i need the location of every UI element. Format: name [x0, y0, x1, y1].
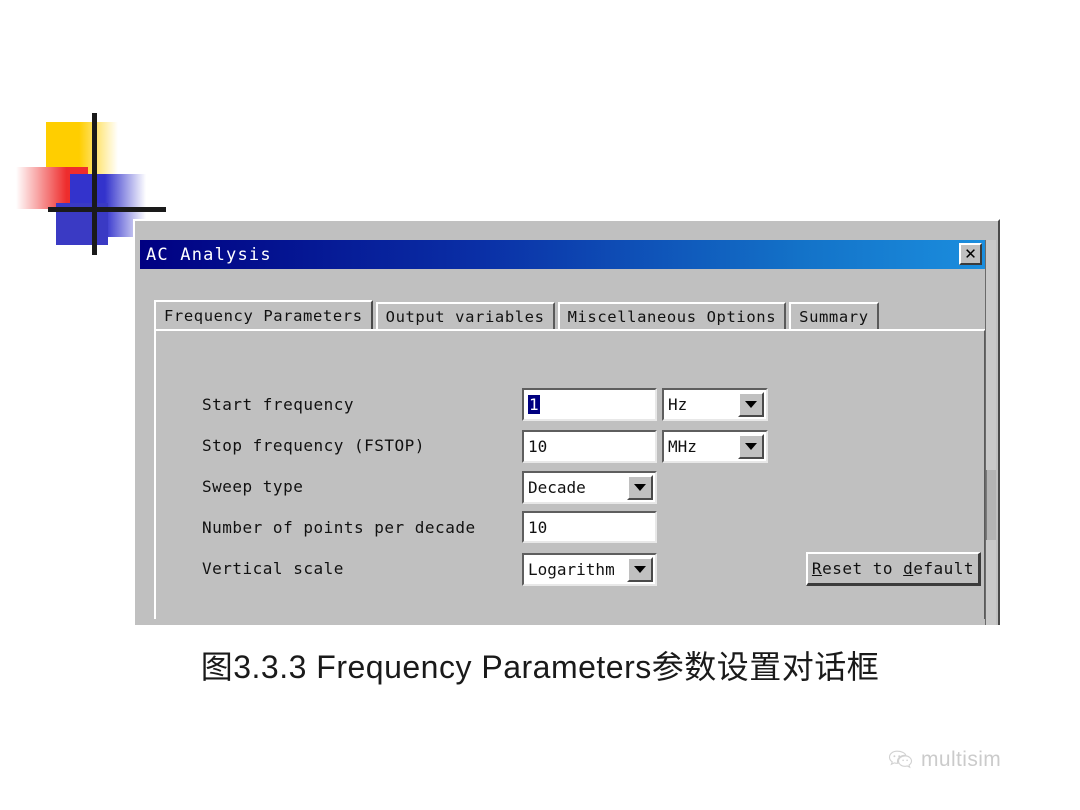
reset-to-default-button[interactable]: Reset to default — [806, 552, 981, 586]
sweep-type-select[interactable]: Decade — [522, 471, 657, 504]
deco-vertical-line — [92, 113, 97, 255]
scrollbar-thumb[interactable] — [986, 470, 996, 540]
start-frequency-unit-value: Hz — [668, 395, 688, 414]
row-points-per-decade: Number of points per decade 10 — [186, 509, 976, 550]
sweep-type-value: Decade — [528, 478, 586, 497]
stop-frequency-unit-select[interactable]: MHz — [662, 430, 768, 463]
close-icon[interactable]: ✕ — [959, 243, 982, 265]
chevron-down-icon[interactable] — [738, 392, 764, 417]
tab-summary[interactable]: Summary — [789, 302, 879, 330]
dialog-titlebar[interactable]: AC Analysis ✕ — [140, 240, 986, 269]
label-stop-frequency: Stop frequency (FSTOP) — [202, 436, 425, 455]
chevron-down-icon[interactable] — [627, 475, 653, 500]
reset-mid: eset to — [822, 559, 904, 578]
label-vertical-scale: Vertical scale — [202, 559, 344, 578]
tab-strip: Frequency Parameters Output variables Mi… — [154, 300, 986, 330]
label-start-frequency: Start frequency — [202, 395, 354, 414]
watermark: multisim — [888, 748, 1001, 772]
tab-output-variables[interactable]: Output variables — [375, 302, 555, 330]
start-frequency-value: 1 — [528, 395, 540, 414]
tab-page-frequency-parameters: Start frequency 1 Hz Stop frequency (FST… — [154, 329, 986, 619]
watermark-text: multisim — [921, 748, 1002, 771]
chevron-down-icon[interactable] — [738, 434, 764, 459]
points-per-decade-input[interactable]: 10 — [522, 511, 657, 543]
vertical-scale-value: Logarithm — [528, 560, 615, 579]
row-stop-frequency: Stop frequency (FSTOP) 10 MHz — [186, 427, 976, 468]
points-per-decade-value: 10 — [528, 517, 548, 537]
chevron-down-icon[interactable] — [627, 557, 653, 582]
reset-accel-r: R — [811, 559, 823, 578]
start-frequency-input[interactable]: 1 — [522, 388, 657, 421]
row-start-frequency: Start frequency 1 Hz — [186, 386, 976, 427]
reset-suffix: efault — [913, 559, 975, 578]
dialog-client-area: AC Analysis ✕ Frequency Parameters Outpu… — [137, 223, 996, 625]
stop-frequency-value: 10 — [528, 437, 548, 456]
ac-analysis-dialog: AC Analysis ✕ Frequency Parameters Outpu… — [133, 219, 1000, 625]
start-frequency-unit-select[interactable]: Hz — [662, 388, 768, 421]
wechat-bubbles-icon — [888, 749, 914, 771]
deco-horizontal-line — [48, 207, 166, 212]
label-sweep-type: Sweep type — [202, 477, 304, 496]
dialog-title: AC Analysis — [146, 244, 272, 265]
reset-accel-d: d — [903, 559, 914, 578]
stop-frequency-unit-value: MHz — [668, 437, 697, 456]
figure-caption: 图3.3.3 Frequency Parameters参数设置对话框 — [200, 649, 880, 685]
label-points-per-decade: Number of points per decade — [202, 518, 476, 537]
tab-frequency-parameters[interactable]: Frequency Parameters — [154, 300, 373, 330]
vertical-scrollbar[interactable] — [985, 240, 996, 625]
row-sweep-type: Sweep type Decade — [186, 468, 976, 509]
reset-to-default-label: Reset to default — [812, 559, 974, 578]
vertical-scale-select[interactable]: Logarithm — [522, 553, 657, 586]
tab-miscellaneous-options[interactable]: Miscellaneous Options — [557, 302, 787, 330]
stop-frequency-input[interactable]: 10 — [522, 430, 657, 463]
